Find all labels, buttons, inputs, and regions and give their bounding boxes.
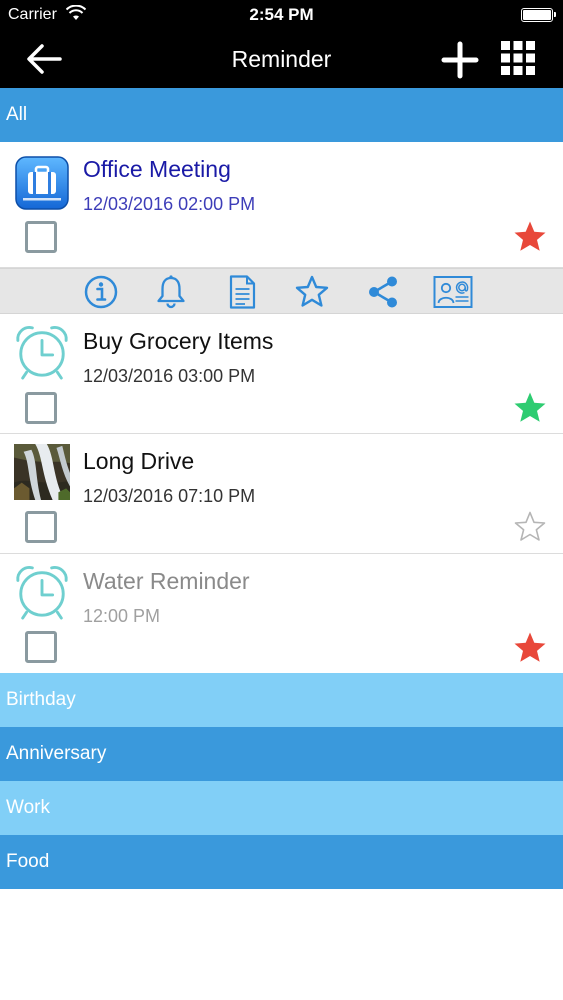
category-food[interactable]: Food bbox=[0, 835, 563, 889]
reminder-checkbox[interactable] bbox=[25, 631, 57, 663]
reminder-checkbox[interactable] bbox=[25, 392, 57, 424]
reminder-row[interactable]: Water Reminder 12:00 PM bbox=[0, 554, 563, 673]
note-icon[interactable] bbox=[224, 274, 260, 310]
reminder-title: Water Reminder bbox=[83, 568, 250, 594]
category-birthday[interactable]: Birthday bbox=[0, 673, 563, 727]
reminder-row[interactable]: Office Meeting 12/03/2016 02:00 PM bbox=[0, 142, 563, 268]
reminder-datetime: 12/03/2016 03:00 PM bbox=[83, 366, 256, 386]
grid-icon[interactable] bbox=[501, 41, 535, 75]
reminder-title: Buy Grocery Items bbox=[83, 328, 274, 354]
briefcase-icon bbox=[15, 156, 69, 210]
reminder-row[interactable]: Long Drive 12/03/2016 07:10 PM bbox=[0, 434, 563, 554]
battery-icon bbox=[521, 8, 556, 22]
reminder-datetime: 12/03/2016 07:10 PM bbox=[83, 486, 256, 506]
reminder-checkbox[interactable] bbox=[25, 511, 57, 543]
status-bar: Carrier 2:54 PM bbox=[0, 0, 563, 30]
reminder-checkbox[interactable] bbox=[25, 221, 57, 253]
star-filled-icon[interactable] bbox=[513, 631, 547, 665]
category-work[interactable]: Work bbox=[0, 781, 563, 835]
navigation-bar: Reminder bbox=[0, 30, 563, 88]
waterfall-photo-icon bbox=[14, 444, 70, 500]
reminder-actions-toolbar bbox=[0, 268, 563, 314]
category-all[interactable]: All bbox=[0, 88, 563, 142]
star-filled-icon[interactable] bbox=[513, 391, 547, 425]
bell-icon[interactable] bbox=[153, 274, 189, 310]
star-outline-icon[interactable] bbox=[294, 274, 330, 310]
reminder-row[interactable]: Buy Grocery Items 12/03/2016 03:00 PM bbox=[0, 314, 563, 434]
reminder-title: Long Drive bbox=[83, 448, 195, 474]
alarm-clock-icon bbox=[16, 566, 68, 620]
star-outline-icon[interactable] bbox=[513, 510, 547, 544]
reminder-datetime: 12:00 PM bbox=[83, 606, 161, 626]
reminder-title: Office Meeting bbox=[83, 156, 231, 182]
clock-time: 2:54 PM bbox=[249, 5, 314, 24]
contact-email-icon[interactable] bbox=[433, 274, 473, 310]
category-anniversary[interactable]: Anniversary bbox=[0, 727, 563, 781]
star-filled-icon[interactable] bbox=[513, 220, 547, 254]
alarm-clock-icon bbox=[16, 326, 68, 380]
info-icon[interactable] bbox=[83, 274, 119, 310]
empty-space bbox=[0, 890, 563, 1000]
plus-icon[interactable] bbox=[440, 40, 480, 80]
reminder-datetime: 12/03/2016 02:00 PM bbox=[83, 194, 256, 214]
share-icon[interactable] bbox=[365, 274, 401, 310]
